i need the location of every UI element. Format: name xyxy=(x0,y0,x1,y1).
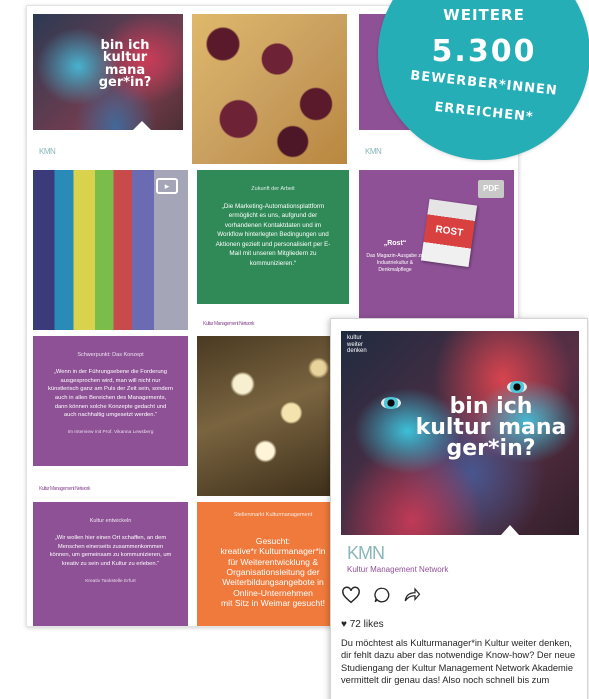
job-line: Organisationsleitung der xyxy=(226,566,320,577)
likes-label: 72 likes xyxy=(349,619,384,630)
tile-notch xyxy=(133,121,151,130)
card-quote: „Wir wollen hier einen Ort schaffen, an … xyxy=(49,535,172,568)
tile-footer xyxy=(33,130,183,164)
card-head: Zukunft der Arbeit xyxy=(251,186,295,192)
heart-icon[interactable] xyxy=(341,586,361,604)
grid-tile-lights[interactable] xyxy=(197,336,349,496)
comment-icon[interactable] xyxy=(373,586,391,604)
magazine-cover: ROST xyxy=(420,198,478,268)
quote-card: Schwerpunkt: Das Konzept „Wenn in der Fü… xyxy=(40,342,181,458)
job-text: Gesucht: kreative*r Kulturmanager*in für… xyxy=(201,536,345,608)
card-signature: Im Interview mit Prof. Vikanna Lewsberg xyxy=(67,430,154,436)
card-quote: „Die Marketing-Automationsplattform ermö… xyxy=(215,203,331,267)
tile-brand: Kultur Management Network xyxy=(39,486,90,492)
grid-tile-green-quote[interactable]: Zukunft der Arbeit „Die Marketing-Automa… xyxy=(197,170,349,330)
likes-count[interactable]: ♥ 72 likes xyxy=(341,619,384,630)
card-quote: „Wenn in der Führungsebene die Forderung… xyxy=(48,369,174,419)
post-image[interactable]: kultur weiter denken bin ich kultur mana… xyxy=(341,331,579,569)
camera-icon: ▸ xyxy=(156,178,178,194)
eye-right xyxy=(507,381,527,393)
tile-notch xyxy=(287,294,305,304)
post-image-headline: bin ich kultur mana ger*in? xyxy=(415,394,567,461)
post-notch xyxy=(501,525,519,535)
card-head: Kultur entwickeln xyxy=(89,518,132,524)
job-line: Weiterbildungsangebote in xyxy=(222,577,324,588)
grid-tile-purple-quote[interactable]: Schwerpunkt: Das Konzept „Wenn in der Fü… xyxy=(33,336,188,496)
share-icon[interactable] xyxy=(403,586,421,604)
brand-text: Kultur Management Network xyxy=(347,565,449,574)
quote-card: Kultur entwickeln „Wir wollen hier einen… xyxy=(40,508,181,626)
job-line: mit Sitz in Weimar gesucht! xyxy=(221,597,325,608)
tile-logo: KMN xyxy=(39,147,56,156)
pdf-tile-text: „Rost“ Das Magazin-Ausgabe zu Industriek… xyxy=(365,240,425,274)
card-head: Schwerpunkt: Das Konzept xyxy=(77,352,144,358)
tile-logo: Kultur Management Network xyxy=(203,318,254,327)
instagram-post: kultur weiter denken bin ich kultur mana… xyxy=(330,318,588,699)
logo-mark: KMN xyxy=(39,147,56,156)
job-line: Gesucht: xyxy=(255,536,291,546)
job-line: für Weiterentwicklung & xyxy=(227,556,319,567)
tile-brand: Kultur Management Network xyxy=(203,321,254,327)
grid-tile-orange-job[interactable]: Stellenmarkt Kulturmanagement Gesucht: k… xyxy=(197,502,349,626)
tile-face-text: bin ich kultur mana ger*in? xyxy=(98,38,152,91)
logo-mark: KMN xyxy=(365,147,382,156)
grid-tile-cake[interactable] xyxy=(192,14,347,164)
badge-line-4: ERREICHEN* xyxy=(433,99,535,126)
quote-card: Zukunft der Arbeit „Die Marketing-Automa… xyxy=(204,176,342,290)
eye-left xyxy=(381,397,401,409)
tile-logo: Kultur Management Network xyxy=(39,483,90,492)
grid-tile-purple-bottom[interactable]: Kultur entwickeln „Wir wollen hier einen… xyxy=(33,502,188,626)
tile-logo: KMN xyxy=(365,147,382,156)
logo-mark: KMN xyxy=(347,543,385,563)
post-actions xyxy=(341,585,421,605)
pdf-tile-desc: Das Magazin-Ausgabe zu Industriekultur &… xyxy=(366,253,424,273)
pdf-tile-title: „Rost“ xyxy=(383,240,407,247)
grid-tile-flags[interactable]: ▸ xyxy=(33,170,188,330)
post-image-tagline: kultur weiter denken xyxy=(347,335,367,355)
heart-filled-icon: ♥ xyxy=(341,619,347,630)
pdf-icon: PDF xyxy=(478,180,504,198)
grid-tile-face[interactable]: bin ich kultur mana ger*in? KMN xyxy=(33,14,183,164)
card-signature: Kreativ Tankstelle Erfurt xyxy=(85,578,136,584)
grid-tile-pdf[interactable]: PDF ROST „Rost“ Das Magazin-Ausgabe zu I… xyxy=(359,170,514,330)
job-line: Online-Unternehmen xyxy=(233,587,313,598)
job-line: kreative*r Kulturmanager*in xyxy=(220,546,326,557)
card-head: Stellenmarkt Kulturmanagement xyxy=(233,512,313,518)
badge-number: 5.300 xyxy=(431,34,537,69)
badge-line-1: WEITERE xyxy=(443,6,525,24)
post-caption: Du möchtest als Kulturmanager*in Kultur … xyxy=(341,638,576,686)
post-logo-bar: KMN Kultur Management Network xyxy=(341,525,579,581)
